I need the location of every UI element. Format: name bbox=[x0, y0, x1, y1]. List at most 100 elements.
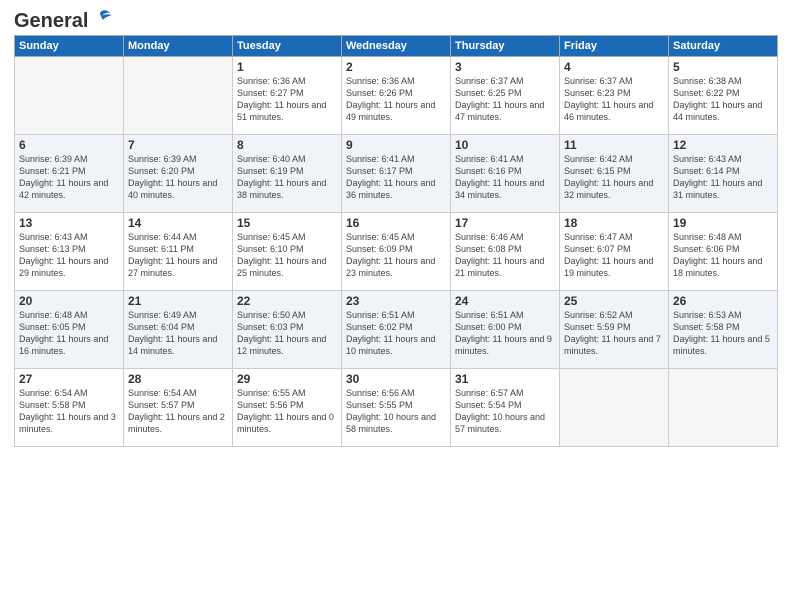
day-number: 10 bbox=[455, 138, 555, 152]
calendar-day-cell bbox=[15, 57, 124, 135]
day-number: 9 bbox=[346, 138, 446, 152]
day-info: Sunrise: 6:54 AM Sunset: 5:58 PM Dayligh… bbox=[19, 387, 119, 436]
day-number: 24 bbox=[455, 294, 555, 308]
calendar-day-cell: 6Sunrise: 6:39 AM Sunset: 6:21 PM Daylig… bbox=[15, 135, 124, 213]
calendar-day-cell: 8Sunrise: 6:40 AM Sunset: 6:19 PM Daylig… bbox=[233, 135, 342, 213]
day-info: Sunrise: 6:52 AM Sunset: 5:59 PM Dayligh… bbox=[564, 309, 664, 358]
day-number: 14 bbox=[128, 216, 228, 230]
calendar-day-cell: 7Sunrise: 6:39 AM Sunset: 6:20 PM Daylig… bbox=[124, 135, 233, 213]
day-info: Sunrise: 6:51 AM Sunset: 6:00 PM Dayligh… bbox=[455, 309, 555, 358]
day-info: Sunrise: 6:43 AM Sunset: 6:14 PM Dayligh… bbox=[673, 153, 773, 202]
logo-bird-icon bbox=[90, 9, 112, 27]
day-number: 7 bbox=[128, 138, 228, 152]
day-number: 6 bbox=[19, 138, 119, 152]
calendar-day-cell: 18Sunrise: 6:47 AM Sunset: 6:07 PM Dayli… bbox=[560, 213, 669, 291]
day-info: Sunrise: 6:51 AM Sunset: 6:02 PM Dayligh… bbox=[346, 309, 446, 358]
day-info: Sunrise: 6:56 AM Sunset: 5:55 PM Dayligh… bbox=[346, 387, 446, 436]
calendar-day-cell: 19Sunrise: 6:48 AM Sunset: 6:06 PM Dayli… bbox=[669, 213, 778, 291]
calendar-day-cell: 20Sunrise: 6:48 AM Sunset: 6:05 PM Dayli… bbox=[15, 291, 124, 369]
day-info: Sunrise: 6:43 AM Sunset: 6:13 PM Dayligh… bbox=[19, 231, 119, 280]
day-info: Sunrise: 6:39 AM Sunset: 6:21 PM Dayligh… bbox=[19, 153, 119, 202]
day-number: 13 bbox=[19, 216, 119, 230]
calendar-day-cell: 12Sunrise: 6:43 AM Sunset: 6:14 PM Dayli… bbox=[669, 135, 778, 213]
calendar-day-cell bbox=[124, 57, 233, 135]
day-number: 23 bbox=[346, 294, 446, 308]
calendar-day-cell: 16Sunrise: 6:45 AM Sunset: 6:09 PM Dayli… bbox=[342, 213, 451, 291]
day-info: Sunrise: 6:57 AM Sunset: 5:54 PM Dayligh… bbox=[455, 387, 555, 436]
calendar-day-cell: 2Sunrise: 6:36 AM Sunset: 6:26 PM Daylig… bbox=[342, 57, 451, 135]
day-number: 29 bbox=[237, 372, 337, 386]
page-container: General SundayMondayTuesdayWednesdayThur… bbox=[0, 0, 792, 612]
day-number: 16 bbox=[346, 216, 446, 230]
weekday-header: Sunday bbox=[15, 36, 124, 57]
calendar-week-row: 6Sunrise: 6:39 AM Sunset: 6:21 PM Daylig… bbox=[15, 135, 778, 213]
day-number: 19 bbox=[673, 216, 773, 230]
calendar-day-cell: 4Sunrise: 6:37 AM Sunset: 6:23 PM Daylig… bbox=[560, 57, 669, 135]
day-number: 12 bbox=[673, 138, 773, 152]
calendar-table: SundayMondayTuesdayWednesdayThursdayFrid… bbox=[14, 35, 778, 447]
day-info: Sunrise: 6:55 AM Sunset: 5:56 PM Dayligh… bbox=[237, 387, 337, 436]
calendar-day-cell: 23Sunrise: 6:51 AM Sunset: 6:02 PM Dayli… bbox=[342, 291, 451, 369]
weekday-header: Thursday bbox=[451, 36, 560, 57]
day-info: Sunrise: 6:41 AM Sunset: 6:16 PM Dayligh… bbox=[455, 153, 555, 202]
calendar-day-cell: 27Sunrise: 6:54 AM Sunset: 5:58 PM Dayli… bbox=[15, 369, 124, 447]
day-number: 22 bbox=[237, 294, 337, 308]
calendar-day-cell: 17Sunrise: 6:46 AM Sunset: 6:08 PM Dayli… bbox=[451, 213, 560, 291]
day-number: 21 bbox=[128, 294, 228, 308]
day-number: 28 bbox=[128, 372, 228, 386]
calendar-day-cell: 26Sunrise: 6:53 AM Sunset: 5:58 PM Dayli… bbox=[669, 291, 778, 369]
day-info: Sunrise: 6:37 AM Sunset: 6:23 PM Dayligh… bbox=[564, 75, 664, 124]
day-info: Sunrise: 6:38 AM Sunset: 6:22 PM Dayligh… bbox=[673, 75, 773, 124]
calendar-day-cell: 29Sunrise: 6:55 AM Sunset: 5:56 PM Dayli… bbox=[233, 369, 342, 447]
day-info: Sunrise: 6:36 AM Sunset: 6:26 PM Dayligh… bbox=[346, 75, 446, 124]
day-number: 1 bbox=[237, 60, 337, 74]
calendar-day-cell: 15Sunrise: 6:45 AM Sunset: 6:10 PM Dayli… bbox=[233, 213, 342, 291]
header: General bbox=[14, 10, 778, 29]
day-info: Sunrise: 6:49 AM Sunset: 6:04 PM Dayligh… bbox=[128, 309, 228, 358]
calendar-day-cell bbox=[560, 369, 669, 447]
calendar-day-cell: 14Sunrise: 6:44 AM Sunset: 6:11 PM Dayli… bbox=[124, 213, 233, 291]
day-number: 27 bbox=[19, 372, 119, 386]
calendar-day-cell: 31Sunrise: 6:57 AM Sunset: 5:54 PM Dayli… bbox=[451, 369, 560, 447]
day-number: 30 bbox=[346, 372, 446, 386]
day-info: Sunrise: 6:50 AM Sunset: 6:03 PM Dayligh… bbox=[237, 309, 337, 358]
day-info: Sunrise: 6:36 AM Sunset: 6:27 PM Dayligh… bbox=[237, 75, 337, 124]
day-info: Sunrise: 6:54 AM Sunset: 5:57 PM Dayligh… bbox=[128, 387, 228, 436]
calendar-week-row: 20Sunrise: 6:48 AM Sunset: 6:05 PM Dayli… bbox=[15, 291, 778, 369]
calendar-day-cell: 28Sunrise: 6:54 AM Sunset: 5:57 PM Dayli… bbox=[124, 369, 233, 447]
day-info: Sunrise: 6:42 AM Sunset: 6:15 PM Dayligh… bbox=[564, 153, 664, 202]
weekday-header: Friday bbox=[560, 36, 669, 57]
day-number: 25 bbox=[564, 294, 664, 308]
day-info: Sunrise: 6:41 AM Sunset: 6:17 PM Dayligh… bbox=[346, 153, 446, 202]
calendar-week-row: 27Sunrise: 6:54 AM Sunset: 5:58 PM Dayli… bbox=[15, 369, 778, 447]
day-number: 18 bbox=[564, 216, 664, 230]
day-number: 4 bbox=[564, 60, 664, 74]
day-info: Sunrise: 6:40 AM Sunset: 6:19 PM Dayligh… bbox=[237, 153, 337, 202]
calendar-header-row: SundayMondayTuesdayWednesdayThursdayFrid… bbox=[15, 36, 778, 57]
day-number: 31 bbox=[455, 372, 555, 386]
calendar-day-cell: 3Sunrise: 6:37 AM Sunset: 6:25 PM Daylig… bbox=[451, 57, 560, 135]
day-info: Sunrise: 6:45 AM Sunset: 6:10 PM Dayligh… bbox=[237, 231, 337, 280]
day-info: Sunrise: 6:53 AM Sunset: 5:58 PM Dayligh… bbox=[673, 309, 773, 358]
calendar-week-row: 1Sunrise: 6:36 AM Sunset: 6:27 PM Daylig… bbox=[15, 57, 778, 135]
day-number: 2 bbox=[346, 60, 446, 74]
day-info: Sunrise: 6:39 AM Sunset: 6:20 PM Dayligh… bbox=[128, 153, 228, 202]
calendar-day-cell: 9Sunrise: 6:41 AM Sunset: 6:17 PM Daylig… bbox=[342, 135, 451, 213]
weekday-header: Monday bbox=[124, 36, 233, 57]
logo-general: General bbox=[14, 10, 88, 33]
day-number: 5 bbox=[673, 60, 773, 74]
calendar-day-cell: 5Sunrise: 6:38 AM Sunset: 6:22 PM Daylig… bbox=[669, 57, 778, 135]
day-number: 3 bbox=[455, 60, 555, 74]
day-info: Sunrise: 6:45 AM Sunset: 6:09 PM Dayligh… bbox=[346, 231, 446, 280]
calendar-day-cell: 11Sunrise: 6:42 AM Sunset: 6:15 PM Dayli… bbox=[560, 135, 669, 213]
calendar-day-cell: 13Sunrise: 6:43 AM Sunset: 6:13 PM Dayli… bbox=[15, 213, 124, 291]
calendar-day-cell: 21Sunrise: 6:49 AM Sunset: 6:04 PM Dayli… bbox=[124, 291, 233, 369]
day-info: Sunrise: 6:48 AM Sunset: 6:05 PM Dayligh… bbox=[19, 309, 119, 358]
calendar-day-cell: 10Sunrise: 6:41 AM Sunset: 6:16 PM Dayli… bbox=[451, 135, 560, 213]
weekday-header: Tuesday bbox=[233, 36, 342, 57]
calendar-day-cell: 22Sunrise: 6:50 AM Sunset: 6:03 PM Dayli… bbox=[233, 291, 342, 369]
day-info: Sunrise: 6:46 AM Sunset: 6:08 PM Dayligh… bbox=[455, 231, 555, 280]
weekday-header: Wednesday bbox=[342, 36, 451, 57]
day-info: Sunrise: 6:37 AM Sunset: 6:25 PM Dayligh… bbox=[455, 75, 555, 124]
logo: General bbox=[14, 10, 112, 29]
